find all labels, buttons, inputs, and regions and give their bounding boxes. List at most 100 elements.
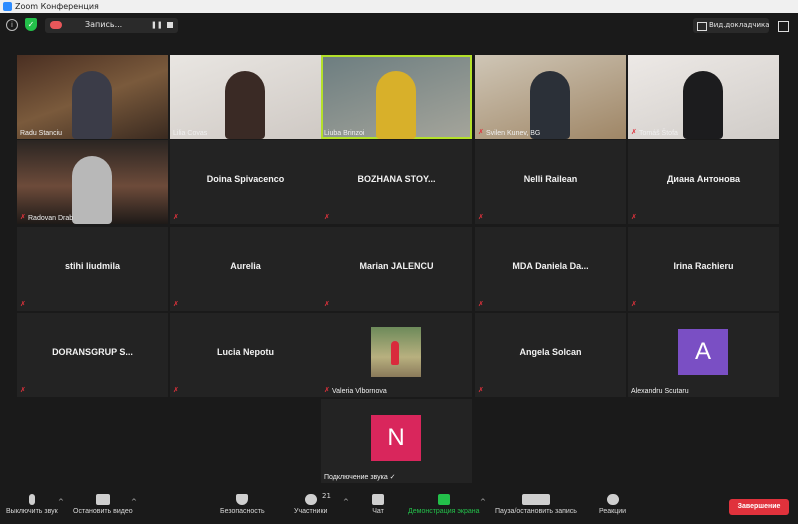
participant-tile[interactable]: Doina Spivacenco ✗ — [170, 140, 321, 224]
participant-name: Valeria Vlbornova — [332, 388, 387, 395]
participant-name: DORANSGRUP S... — [52, 347, 133, 357]
info-icon[interactable]: i — [6, 19, 18, 31]
participant-name: Radovan Drab — [28, 215, 74, 222]
view-toggle-button[interactable]: Вид.докладчика — [693, 18, 770, 33]
participant-name: BOZHANA STOY... — [357, 174, 436, 184]
muted-mic-icon: ✗ — [478, 128, 484, 136]
video-options-caret-icon[interactable]: ^ — [131, 498, 137, 506]
zoom-logo-icon — [3, 2, 12, 11]
muted-mic-icon: ✗ — [631, 128, 637, 136]
participant-tile[interactable]: ✗ Svilen Kunev, BG — [475, 55, 626, 139]
audio-options-caret-icon[interactable]: ^ — [58, 498, 64, 506]
avatar: A — [678, 329, 728, 375]
chat-bubble-icon — [372, 494, 384, 505]
view-grid-icon — [697, 22, 707, 31]
share-screen-button[interactable]: Демонстрация экрана — [408, 494, 480, 515]
participant-name: Doina Spivacenco — [206, 174, 285, 184]
security-shield-icon[interactable]: ✓ — [25, 18, 37, 31]
security-label: Безопасность — [220, 508, 265, 515]
pause-recording-button[interactable]: Пауза/остановить запись — [495, 494, 577, 515]
participants-options-caret-icon[interactable]: ^ — [343, 498, 349, 506]
chat-label: Чат — [372, 508, 384, 515]
share-label: Демонстрация экрана — [408, 508, 480, 515]
participant-tile[interactable]: Angela Solcan ✗ — [475, 313, 626, 397]
participant-tile[interactable]: Irina Rachieru ✗ — [628, 227, 779, 311]
video-gallery: Radu Stanciu Lilia Covas Liuba Brinzoi ✗… — [0, 39, 798, 491]
muted-mic-icon: ✗ — [631, 300, 637, 308]
active-speaker-tile[interactable]: Liuba Brinzoi — [321, 55, 472, 139]
muted-mic-icon: ✗ — [173, 386, 179, 394]
reactions-label: Реакции — [599, 508, 627, 515]
participant-name: Lucia Nepotu — [216, 347, 274, 357]
participant-tile[interactable]: ✗ Tomáš Štofa — [628, 55, 779, 139]
participant-video — [530, 71, 570, 139]
participant-name: Angela Solcan — [519, 347, 582, 357]
muted-mic-icon: ✗ — [20, 213, 26, 221]
participant-name: Svilen Kunev, BG — [486, 130, 541, 137]
participant-name: Tomáš Štofa — [639, 130, 678, 137]
participant-tile[interactable]: N Подключение звука ✓ — [321, 399, 472, 483]
pause-stop-icon — [521, 494, 550, 505]
participant-video — [376, 71, 416, 139]
participant-tile[interactable]: ✗ Radovan Drab — [17, 140, 168, 224]
muted-mic-icon: ✗ — [173, 300, 179, 308]
participant-tile[interactable]: ✗ Valeria Vlbornova — [321, 313, 472, 397]
participant-tile[interactable]: stihi liudmila ✗ — [17, 227, 168, 311]
meeting-toolbar: Выключить звук ^ Остановить видео ^ Безо… — [0, 491, 798, 524]
participant-name: Aurelia — [230, 261, 261, 271]
cloud-record-icon — [50, 21, 62, 29]
recording-indicator: Запись... ❚❚ — [45, 18, 178, 33]
participant-video — [72, 71, 112, 139]
video-label: Остановить видео — [73, 508, 133, 515]
participant-tile[interactable]: Aurelia ✗ — [170, 227, 321, 311]
muted-mic-icon: ✗ — [478, 300, 484, 308]
participant-name: Liuba Brinzoi — [324, 130, 365, 137]
recording-label: Запись... — [85, 20, 123, 29]
participant-tile[interactable]: BOZHANA STOY... ✗ — [321, 140, 472, 224]
participant-name: Irina Rachieru — [673, 261, 734, 271]
muted-mic-icon: ✗ — [173, 213, 179, 221]
share-options-caret-icon[interactable]: ^ — [480, 498, 486, 506]
reactions-button[interactable]: Реакции — [599, 494, 626, 515]
muted-mic-icon: ✗ — [631, 213, 637, 221]
participant-tile[interactable]: Nelli Railean ✗ — [475, 140, 626, 224]
pause-recording-icon[interactable]: ❚❚ — [151, 21, 163, 29]
video-camera-icon — [95, 494, 110, 505]
participant-tile[interactable]: A Alexandru Scutaru — [628, 313, 779, 397]
participant-tile[interactable]: Lucia Nepotu ✗ — [170, 313, 321, 397]
participant-video — [683, 71, 723, 139]
participant-name: MDA Daniela Da... — [512, 261, 589, 271]
participant-tile[interactable]: Marian JALENCU ✗ — [321, 227, 472, 311]
participant-video — [72, 156, 112, 224]
end-meeting-button[interactable]: Завершение — [729, 499, 789, 515]
participant-tile[interactable]: MDA Daniela Da... ✗ — [475, 227, 626, 311]
avatar: N — [371, 415, 421, 461]
participant-tile[interactable]: Radu Stanciu — [17, 55, 168, 139]
fullscreen-icon[interactable] — [778, 21, 789, 32]
meeting-top-bar: i ✓ Запись... ❚❚ Вид.докладчика — [0, 13, 798, 39]
participants-label: Участники — [294, 508, 328, 515]
emoji-icon — [606, 494, 619, 505]
muted-mic-icon: ✗ — [324, 300, 330, 308]
muted-mic-icon: ✗ — [20, 386, 26, 394]
participant-name: Alexandru Scutaru — [631, 388, 689, 395]
title-bar: Zoom Конференция — [0, 0, 798, 13]
stop-video-button[interactable]: Остановить видео — [73, 494, 133, 515]
participant-name: Nelli Railean — [523, 174, 578, 184]
mute-button[interactable]: Выключить звук — [6, 494, 58, 515]
record-label: Пауза/остановить запись — [495, 508, 577, 515]
stop-recording-icon[interactable] — [167, 22, 173, 28]
participant-tile[interactable]: Lilia Covas — [170, 55, 321, 139]
participant-tile[interactable]: Диана Антонова ✗ — [628, 140, 779, 224]
participant-name: Диана Антонова — [667, 174, 740, 184]
security-button[interactable]: Безопасность — [220, 494, 265, 515]
participant-tile[interactable]: DORANSGRUP S... ✗ — [17, 313, 168, 397]
participant-name: Lilia Covas — [173, 130, 208, 137]
participant-name: Подключение звука ✓ — [324, 474, 396, 481]
profile-photo — [371, 327, 421, 377]
muted-mic-icon: ✗ — [324, 213, 330, 221]
participant-name: Radu Stanciu — [20, 130, 63, 137]
participants-count: 21 — [322, 492, 331, 500]
chat-button[interactable]: Чат — [372, 494, 384, 515]
shield-icon — [236, 494, 249, 505]
